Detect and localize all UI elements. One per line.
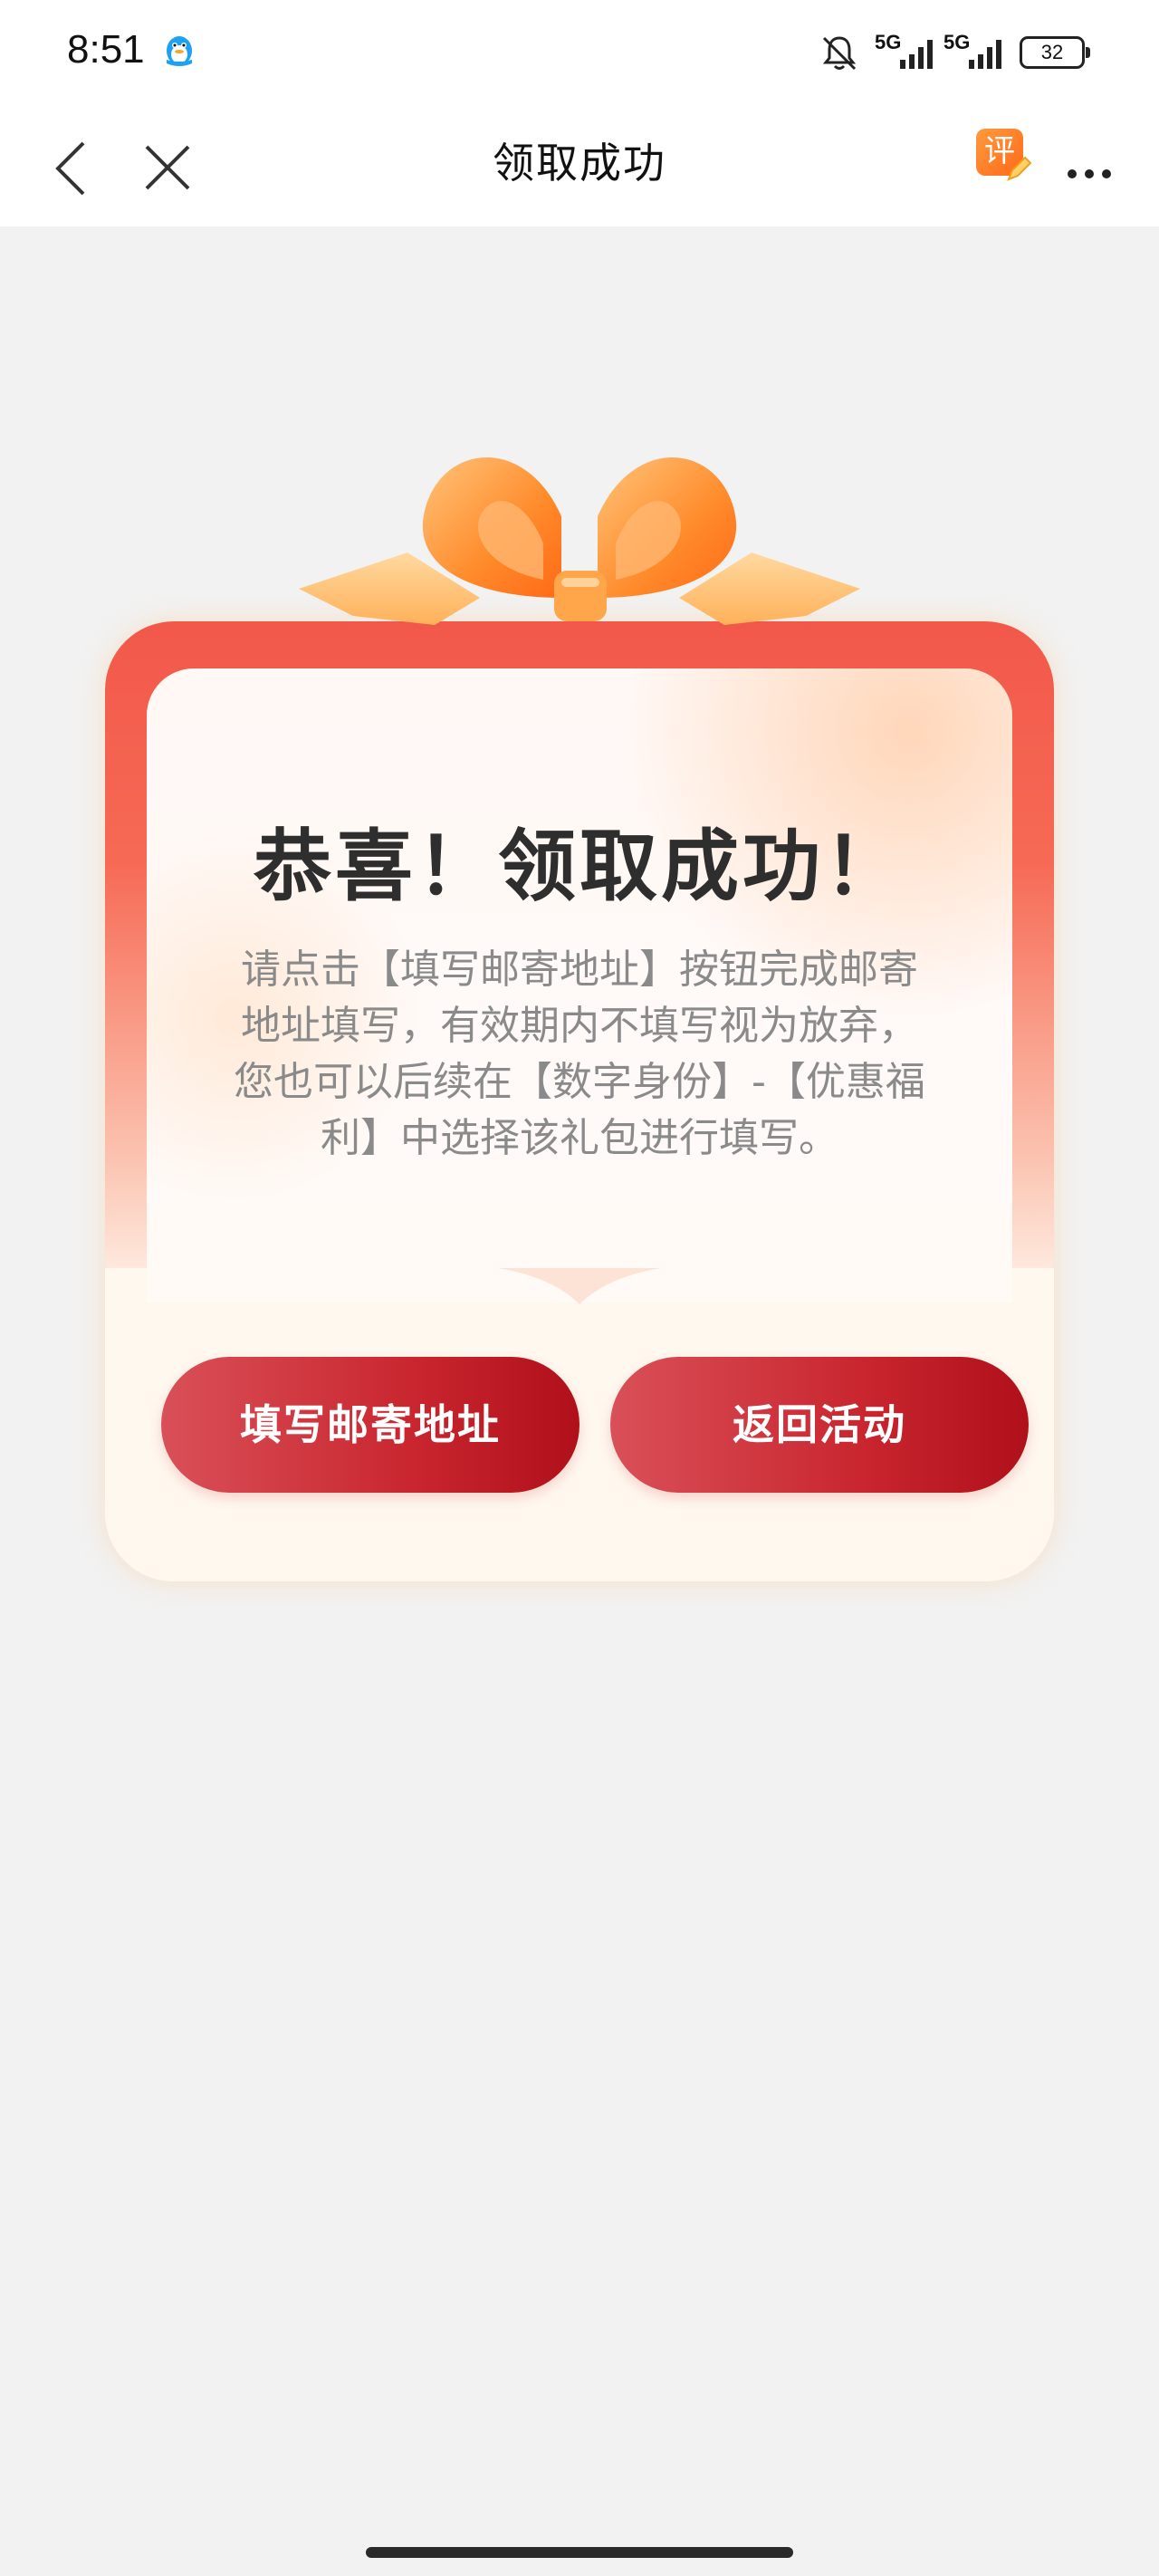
signal-indicator: 5G	[875, 31, 942, 72]
mute-bell-icon	[822, 36, 857, 71]
signal-icon	[900, 40, 933, 69]
message-line: 请点击【填写邮寄地址】按钮完成邮寄	[241, 947, 918, 993]
gift-card: 恭喜！领取成功！ 请点击【填写邮寄地址】按钮完成邮寄 地址填写，有效期内不填写视…	[100, 417, 1059, 1581]
qq-icon	[167, 36, 192, 66]
home-indicator[interactable]	[366, 2547, 793, 2558]
battery-icon: 32	[1020, 36, 1090, 69]
status-time: 8:51	[67, 27, 145, 72]
message-line: 地址填写，有效期内不填写视为放弃，	[241, 1003, 918, 1049]
success-message: 请点击【填写邮寄地址】按钮完成邮寄 地址填写，有效期内不填写视为放弃， 您也可以…	[190, 942, 969, 1167]
card-notch	[498, 1268, 661, 1304]
signal-indicator: 5G	[943, 31, 1011, 72]
more-icon[interactable]	[1059, 130, 1123, 194]
fill-address-button[interactable]: 填写邮寄地址	[161, 1357, 580, 1493]
network-label: 5G	[943, 31, 971, 53]
pencil-icon	[1007, 156, 1032, 181]
success-title: 恭喜！领取成功！	[254, 822, 905, 912]
signal-icon	[969, 40, 1001, 69]
status-bar: 8:51 5G 5G 32	[0, 0, 1159, 105]
back-to-event-button[interactable]: 返回活动	[610, 1357, 1029, 1493]
gift-bow-icon	[299, 457, 860, 625]
network-label: 5G	[875, 31, 902, 53]
review-button[interactable]: 评	[976, 125, 1034, 187]
message-line: 您也可以后续在【数字身份】-【优惠福	[234, 1059, 925, 1105]
nav-bar: 领取成功 评	[0, 105, 1159, 226]
message-line: 利】中选择该礼包进行填写。	[321, 1115, 838, 1161]
